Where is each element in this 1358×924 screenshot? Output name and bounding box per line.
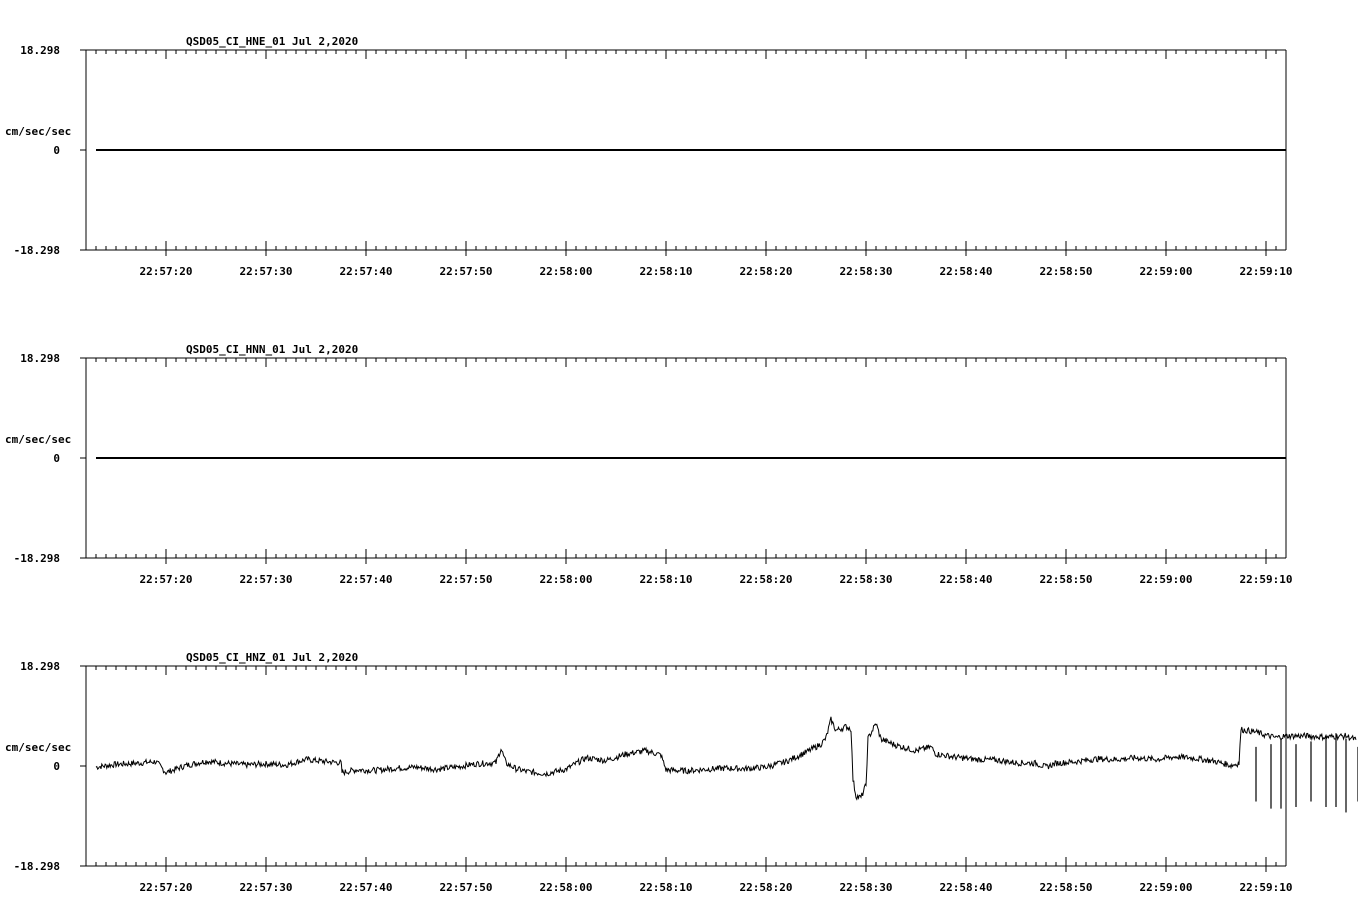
x-tick-label: 22:57:20 — [140, 265, 193, 278]
y-axis-label: cm/sec/sec — [5, 433, 71, 446]
x-tick-label: 22:57:50 — [440, 881, 493, 894]
chart-panel-1: QSD05_CI_HNE_01 Jul 2,2020 18.298 0 -18.298… — [5, 35, 1292, 278]
x-tick-label: 22:58:00 — [540, 265, 593, 278]
y-tick-label: 18.298 — [20, 660, 60, 673]
x-tick-label: 22:57:20 — [140, 573, 193, 586]
x-tick-label: 22:58:00 — [540, 573, 593, 586]
waveform-trace — [95, 716, 1357, 801]
x-tick-label: 22:57:40 — [340, 573, 393, 586]
x-tick-label: 22:59:10 — [1240, 265, 1293, 278]
x-tick-label: 22:58:30 — [840, 573, 893, 586]
x-tick-label: 22:58:50 — [1040, 573, 1093, 586]
x-tick-label: 22:58:20 — [740, 265, 793, 278]
x-tick-label: 22:58:40 — [940, 265, 993, 278]
y-tick-label: -18.298 — [14, 552, 60, 565]
y-axis-label: cm/sec/sec — [5, 741, 71, 754]
x-tick-label: 22:59:10 — [1240, 881, 1293, 894]
x-tick-label: 22:58:10 — [640, 881, 693, 894]
x-tick-label: 22:58:30 — [840, 881, 893, 894]
x-tick-label: 22:59:00 — [1140, 265, 1193, 278]
y-tick-label: 18.298 — [20, 44, 60, 57]
y-tick-label: 0 — [53, 144, 60, 157]
y-tick-label: 0 — [53, 452, 60, 465]
x-tick-label: 22:57:30 — [240, 265, 293, 278]
x-tick-label: 22:57:40 — [340, 265, 393, 278]
x-tick-label: 22:57:30 — [240, 573, 293, 586]
x-tick-label: 22:57:20 — [140, 881, 193, 894]
chart-panel-2: QSD05_CI_HNN_01 Jul 2,2020 18.298 0 -18.298… — [5, 343, 1292, 586]
x-tick-label: 22:57:50 — [440, 573, 493, 586]
x-tick-label: 22:57:50 — [440, 265, 493, 278]
x-tick-label: 22:57:40 — [340, 881, 393, 894]
x-tick-label: 22:58:00 — [540, 881, 593, 894]
y-tick-label: 0 — [53, 760, 60, 773]
chart-title: QSD05_CI_HNE_01 Jul 2,2020 — [186, 35, 358, 48]
x-tick-label: 22:58:10 — [640, 265, 693, 278]
x-tick-label: 22:58:30 — [840, 265, 893, 278]
y-tick-label: -18.298 — [14, 244, 60, 257]
y-axis-label: cm/sec/sec — [5, 125, 71, 138]
chart-title: QSD05_CI_HNN_01 Jul 2,2020 — [186, 343, 358, 356]
chart-title: QSD05_CI_HNZ_01 Jul 2,2020 — [186, 651, 358, 664]
chart-panel-3: QSD05_CI_HNZ_01 Jul 2,2020 18.298 0 -18.298… — [5, 651, 1358, 894]
seismogram-figure: QSD05_CI_HNE_01 Jul 2,2020 18.298 0 -18.298… — [5, 35, 1358, 894]
x-tick-label: 22:58:40 — [940, 881, 993, 894]
x-tick-label: 22:58:20 — [740, 881, 793, 894]
y-tick-label: -18.298 — [14, 860, 60, 873]
x-tick-label: 22:58:50 — [1040, 265, 1093, 278]
y-tick-label: 18.298 — [20, 352, 60, 365]
x-tick-label: 22:58:50 — [1040, 881, 1093, 894]
x-tick-label: 22:59:00 — [1140, 881, 1193, 894]
x-tick-label: 22:58:40 — [940, 573, 993, 586]
x-tick-label: 22:57:30 — [240, 881, 293, 894]
x-tick-label: 22:59:10 — [1240, 573, 1293, 586]
x-tick-label: 22:59:00 — [1140, 573, 1193, 586]
x-tick-label: 22:58:20 — [740, 573, 793, 586]
x-tick-label: 22:58:10 — [640, 573, 693, 586]
